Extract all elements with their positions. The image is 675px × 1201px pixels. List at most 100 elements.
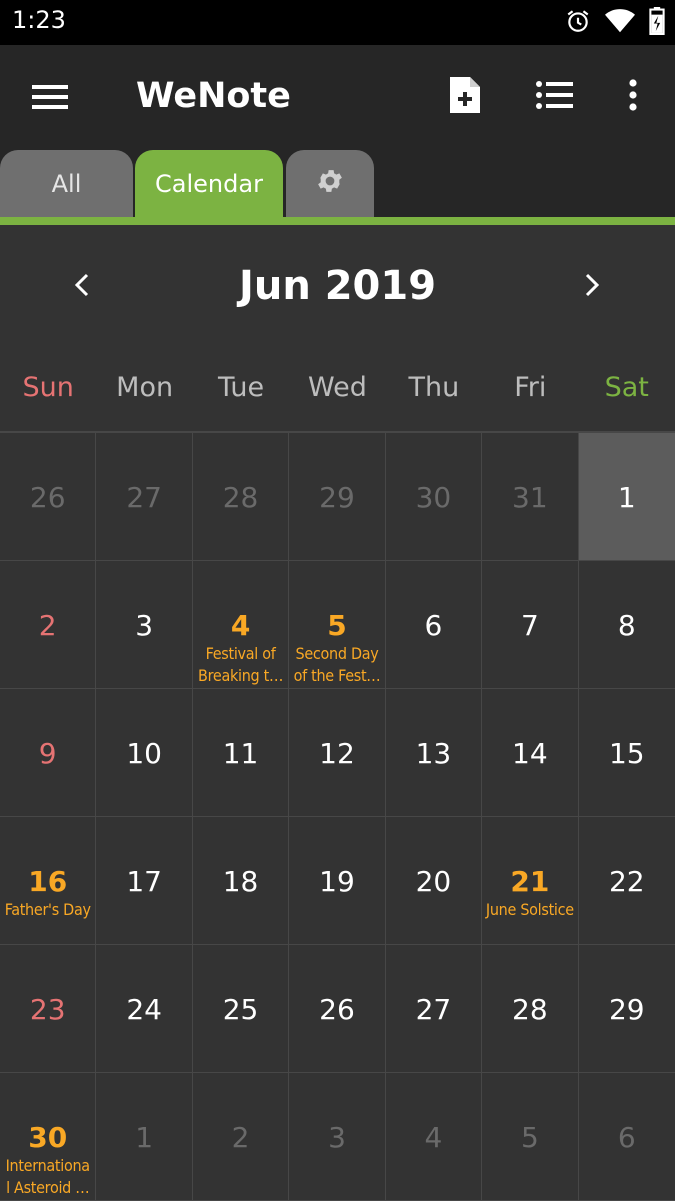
day-number: 13 bbox=[415, 737, 452, 770]
day-number: 16 bbox=[28, 865, 68, 898]
day-number: 5 bbox=[520, 1121, 539, 1154]
day-number: 3 bbox=[135, 609, 154, 642]
day-number: 26 bbox=[29, 481, 66, 514]
calendar-day-cell[interactable]: 24 bbox=[96, 945, 193, 1073]
calendar-day-cell[interactable]: 5 bbox=[482, 1073, 579, 1201]
day-number: 14 bbox=[512, 737, 548, 770]
calendar-day-cell[interactable]: 20 bbox=[385, 817, 483, 945]
day-number: 28 bbox=[222, 481, 259, 514]
tab-bar: All Calendar bbox=[0, 150, 675, 218]
day-number: 21 bbox=[510, 865, 550, 898]
calendar-day-cell[interactable]: 2 bbox=[192, 1073, 290, 1201]
calendar-header: Jun 2019 bbox=[0, 225, 675, 355]
calendar-day-cell[interactable]: 16 Father's Day bbox=[0, 817, 97, 945]
calendar-day-cell[interactable]: 18 bbox=[192, 817, 290, 945]
day-number: 22 bbox=[608, 865, 645, 898]
app-bar: WeNote bbox=[0, 45, 675, 150]
calendar-day-cell[interactable]: 31 bbox=[482, 433, 579, 561]
calendar-day-cell[interactable]: 4 Festival of Breaking t… bbox=[192, 561, 290, 689]
more-options-button[interactable] bbox=[620, 75, 646, 119]
calendar-grid: 26 27 28 29 30 31 1 2 3 4 Festival of Breaking t… 5… bbox=[0, 431, 675, 1201]
weekday-label: Fri bbox=[514, 372, 547, 403]
calendar-day-cell[interactable]: 26 bbox=[0, 433, 97, 561]
day-number: 7 bbox=[520, 609, 539, 642]
day-number: 23 bbox=[29, 993, 66, 1026]
calendar-day-cell[interactable]: 3 bbox=[96, 561, 193, 689]
calendar-day-cell[interactable]: 17 bbox=[96, 817, 193, 945]
calendar-day-cell[interactable]: 7 bbox=[482, 561, 579, 689]
day-number: 29 bbox=[319, 481, 355, 514]
weekday-label: Sun bbox=[22, 372, 74, 403]
wifi-icon bbox=[605, 8, 635, 38]
calendar-day-cell[interactable]: 29 bbox=[578, 945, 675, 1073]
tab-settings[interactable] bbox=[286, 150, 374, 218]
day-number: 3 bbox=[328, 1121, 346, 1154]
day-number: 12 bbox=[319, 737, 355, 770]
day-number: 20 bbox=[415, 865, 452, 898]
calendar-day-cell[interactable]: 21 June Solstice bbox=[482, 817, 579, 945]
calendar-day-cell[interactable]: 27 bbox=[385, 945, 483, 1073]
calendar-day-cell[interactable]: 28 bbox=[482, 945, 579, 1073]
calendar-day-cell[interactable]: 25 bbox=[192, 945, 290, 1073]
calendar-day-cell[interactable]: 13 bbox=[385, 689, 483, 817]
day-number: 2 bbox=[38, 609, 57, 642]
calendar-day-cell[interactable]: 15 bbox=[578, 689, 675, 817]
calendar-day-cell[interactable]: 1 bbox=[96, 1073, 193, 1201]
day-number: 18 bbox=[222, 865, 259, 898]
day-number: 17 bbox=[126, 865, 162, 898]
calendar-day-cell[interactable]: 2 bbox=[0, 561, 97, 689]
weekday-label: Thu bbox=[408, 372, 460, 403]
calendar-day-cell[interactable]: 26 bbox=[289, 945, 386, 1073]
chevron-right-icon bbox=[583, 272, 601, 302]
day-number: 11 bbox=[222, 737, 259, 770]
weekday-label: Sat bbox=[604, 372, 649, 403]
calendar-day-cell[interactable]: 30 bbox=[385, 433, 483, 561]
weekday-label: Wed bbox=[308, 372, 367, 403]
day-event-label: Internationa l Asteroid … bbox=[5, 1156, 91, 1197]
tab-calendar[interactable]: Calendar bbox=[135, 150, 283, 218]
day-number: 4 bbox=[424, 1121, 443, 1154]
calendar-day-cell[interactable]: 12 bbox=[289, 689, 386, 817]
day-number: 10 bbox=[126, 737, 162, 770]
hamburger-menu-icon[interactable] bbox=[32, 83, 72, 111]
next-month-button[interactable] bbox=[572, 267, 612, 307]
day-event-label: Second Day of the Fest… bbox=[293, 644, 381, 685]
calendar-day-cell[interactable]: 29 bbox=[289, 433, 386, 561]
day-number: 15 bbox=[608, 737, 645, 770]
calendar-day-cell[interactable]: 19 bbox=[289, 817, 386, 945]
calendar-day-cell[interactable]: 6 bbox=[385, 561, 483, 689]
day-number: 1 bbox=[135, 1121, 154, 1154]
calendar-day-cell[interactable]: 30 Internationa l Asteroid … bbox=[0, 1073, 97, 1201]
status-icons bbox=[565, 7, 665, 39]
day-number: 29 bbox=[608, 993, 645, 1026]
calendar-day-cell[interactable]: 3 bbox=[289, 1073, 386, 1201]
calendar-day-cell[interactable]: 4 bbox=[385, 1073, 483, 1201]
battery-charging-icon bbox=[649, 7, 665, 39]
calendar-day-cell[interactable]: 14 bbox=[482, 689, 579, 817]
day-number: 19 bbox=[319, 865, 355, 898]
calendar-day-cell[interactable]: 1 bbox=[578, 433, 675, 561]
day-event-label: Festival of Breaking t… bbox=[198, 644, 284, 685]
day-number: 6 bbox=[617, 1121, 636, 1154]
day-number: 27 bbox=[126, 481, 162, 514]
calendar-day-cell[interactable]: 23 bbox=[0, 945, 97, 1073]
calendar-day-cell[interactable]: 6 bbox=[578, 1073, 675, 1201]
weekday-label: Mon bbox=[116, 372, 174, 403]
alarm-icon bbox=[565, 8, 591, 38]
tab-all[interactable]: All bbox=[0, 150, 133, 218]
calendar-day-cell[interactable]: 11 bbox=[192, 689, 290, 817]
weekday-label: Tue bbox=[217, 372, 265, 403]
calendar-day-cell[interactable]: 5 Second Day of the Fest… bbox=[289, 561, 386, 689]
day-number: 24 bbox=[126, 993, 162, 1026]
day-number: 30 bbox=[415, 481, 452, 514]
calendar-day-cell[interactable]: 10 bbox=[96, 689, 193, 817]
day-number: 28 bbox=[512, 993, 548, 1026]
calendar-day-cell[interactable]: 27 bbox=[96, 433, 193, 561]
calendar-day-cell[interactable]: 9 bbox=[0, 689, 97, 817]
new-note-button[interactable] bbox=[446, 75, 484, 119]
day-number: 26 bbox=[319, 993, 355, 1026]
calendar-day-cell[interactable]: 22 bbox=[578, 817, 675, 945]
calendar-day-cell[interactable]: 28 bbox=[192, 433, 290, 561]
list-view-button[interactable] bbox=[534, 75, 574, 119]
calendar-day-cell[interactable]: 8 bbox=[578, 561, 675, 689]
